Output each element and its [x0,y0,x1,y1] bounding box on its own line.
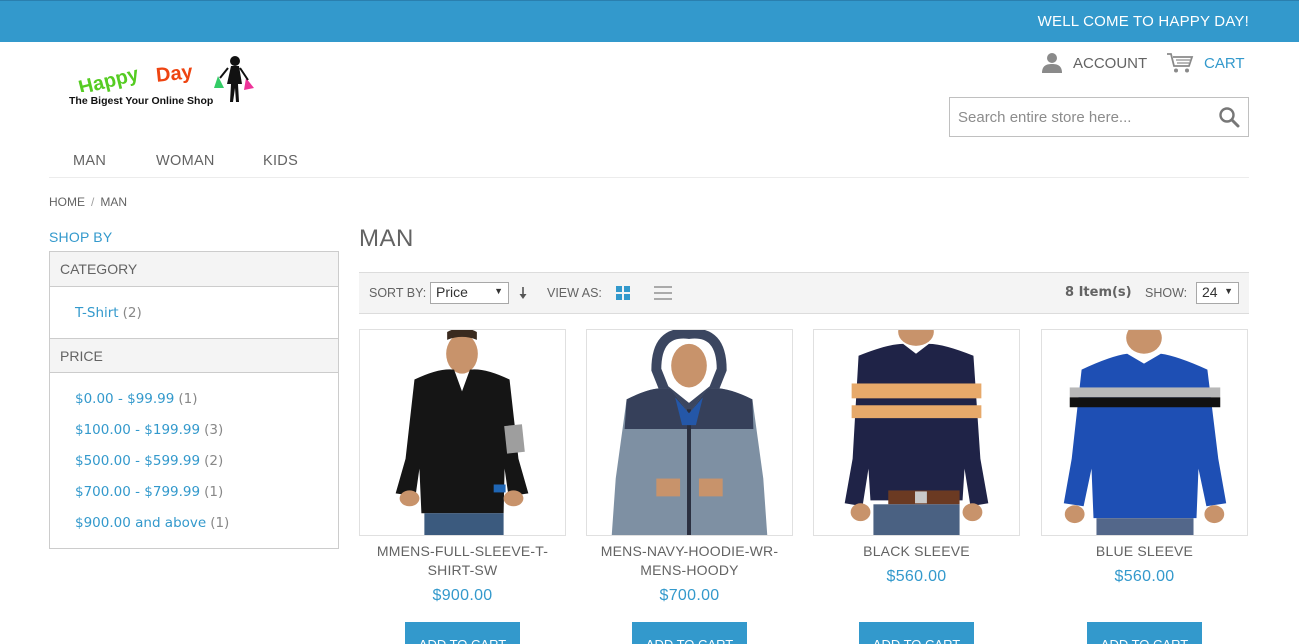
category-filter-heading[interactable]: CATEGORY [50,252,338,287]
user-icon [1042,53,1062,73]
filter-option-label: $700.00 - $799.99 [75,484,201,500]
cart-icon [1167,53,1194,73]
logo-wordmark: Happy Day [76,61,195,92]
filter-option-price-500[interactable]: $500.00 - $599.99 (2) [75,445,313,476]
product-toolbar: SORT BY: Price ▼ VIEW AS: 8 Item(s) SHOW… [359,272,1249,314]
chevron-down-icon: ▼ [494,286,503,296]
product-image-blue-sleeve [1042,330,1247,535]
filter-option-label: $100.00 - $199.99 [75,422,201,438]
product-image-navy-hoodie [587,330,792,535]
main-navigation: MAN WOMAN KIDS [49,148,1249,178]
product-name[interactable]: BLUE SLEEVE [1041,542,1248,561]
filter-option-count: (2) [122,305,142,321]
price-filter-options: $0.00 - $99.99 (1) $100.00 - $199.99 (3) $… [50,373,338,538]
filter-option-label: $900.00 and above [75,515,207,531]
filter-option-count: (2) [204,453,224,469]
product-card: MENS-NAVY-HOODIE-WR-MENS-HOODY $700.00 A… [586,329,793,644]
product-price: $560.00 [886,568,947,585]
cart-link[interactable]: CART [1166,52,1245,74]
nav-item-kids[interactable]: KIDS [263,153,298,169]
product-price: $560.00 [1114,568,1175,585]
sort-by-select[interactable]: Price ▼ [430,282,509,304]
filter-option-label: $0.00 - $99.99 [75,391,175,407]
sort-by-value: Price [436,284,468,300]
add-to-cart-button[interactable]: ADD TO CART [632,622,747,644]
chevron-down-icon: ▼ [1224,286,1233,296]
product-name[interactable]: MMENS-FULL-SLEEVE-T-SHIRT-SW [359,542,566,580]
top-banner: WELL COME TO HAPPY DAY! [0,0,1299,42]
filter-option-count: (1) [210,515,230,531]
filter-option-count: (1) [178,391,198,407]
product-image-black-tshirt [360,330,565,535]
page-title: MAN [359,225,414,252]
add-to-cart-button[interactable]: ADD TO CART [1087,622,1202,644]
filter-option-label: T-Shirt [75,305,119,321]
search-box [949,97,1249,137]
cart-label: CART [1204,54,1245,72]
add-to-cart-button[interactable]: ADD TO CART [405,622,520,644]
show-limit-select[interactable]: 24 ▼ [1196,282,1239,304]
grid-view-icon[interactable] [616,286,630,300]
show-label: SHOW: [1145,286,1188,300]
logo-tagline: The Bigest Your Online Shop [69,95,214,107]
product-card: BLACK SLEEVE $560.00 ADD TO CART [813,329,1020,644]
product-image[interactable] [813,329,1020,536]
search-icon[interactable] [1218,106,1240,128]
breadcrumb-current: MAN [100,195,128,209]
account-label: ACCOUNT [1073,54,1148,72]
svg-text:Day: Day [155,61,195,87]
welcome-message: WELL COME TO HAPPY DAY! [1037,13,1249,30]
product-price: $900.00 [432,587,493,604]
product-image[interactable] [1041,329,1248,536]
breadcrumb-home[interactable]: HOME [49,195,85,209]
nav-item-woman[interactable]: WOMAN [156,153,215,169]
breadcrumb-separator: / [91,195,95,209]
product-name[interactable]: MENS-NAVY-HOODIE-WR-MENS-HOODY [586,542,793,580]
product-card: BLUE SLEEVE $560.00 ADD TO CART [1041,329,1248,644]
filter-option-price-100[interactable]: $100.00 - $199.99 (3) [75,414,313,445]
filter-option-count: (1) [204,484,224,500]
shopper-figure-icon [214,56,254,102]
filter-option-tshirt[interactable]: T-Shirt (2) [75,297,313,328]
product-image[interactable] [359,329,566,536]
nav-item-man[interactable]: MAN [73,153,106,169]
filter-option-price-700[interactable]: $700.00 - $799.99 (1) [75,476,313,507]
filter-option-price-0[interactable]: $0.00 - $99.99 (1) [75,383,313,414]
layered-navigation: CATEGORY T-Shirt (2) PRICE $0.00 - $99.99… [49,251,339,549]
product-card: MMENS-FULL-SLEEVE-T-SHIRT-SW $900.00 ADD… [359,329,566,644]
show-limit-value: 24 [1202,284,1218,300]
item-count: 8 Item(s) [1065,285,1132,300]
account-link[interactable]: ACCOUNT [1041,52,1147,74]
shop-by-title: SHOP BY [49,229,113,245]
product-name[interactable]: BLACK SLEEVE [813,542,1020,561]
view-as-label: VIEW AS: [547,286,602,300]
search-input[interactable] [950,98,1210,136]
sort-arrow-icon[interactable] [517,284,529,302]
site-logo[interactable]: Happy Day The Bigest Your Online Shop [66,52,258,110]
breadcrumb: HOME / MAN [49,195,127,209]
svg-text:Happy: Happy [76,63,141,92]
product-image[interactable] [586,329,793,536]
add-to-cart-button[interactable]: ADD TO CART [859,622,974,644]
category-filter-options: T-Shirt (2) [50,287,338,338]
filter-option-label: $500.00 - $599.99 [75,453,201,469]
sort-by-label: SORT BY: [369,286,427,300]
product-image-black-sleeve [814,330,1019,535]
filter-option-price-900[interactable]: $900.00 and above (1) [75,507,313,538]
product-price: $700.00 [659,587,720,604]
filter-option-count: (3) [204,422,224,438]
price-filter-heading[interactable]: PRICE [50,338,338,373]
list-view-icon[interactable] [654,286,672,300]
